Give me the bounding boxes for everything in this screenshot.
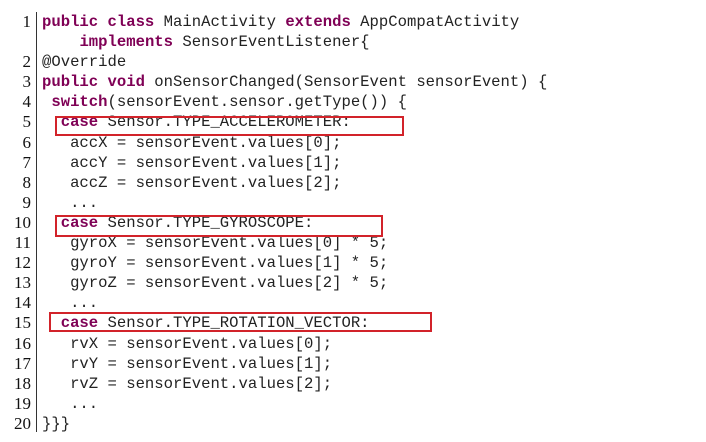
line-number: 10 bbox=[14, 212, 31, 232]
code-line: 2 @Override bbox=[0, 52, 706, 72]
code-text: }}} bbox=[42, 414, 70, 434]
code-token: gyroZ = sensorEvent.values[2] * 5; bbox=[42, 274, 389, 293]
line-number: 2 bbox=[22, 52, 32, 72]
code-token: ... bbox=[42, 394, 99, 413]
line-number: 5 bbox=[22, 112, 32, 132]
line-number: 19 bbox=[14, 393, 31, 413]
line-number: 14 bbox=[14, 293, 31, 313]
code-token: ... bbox=[42, 193, 99, 212]
line-number: 18 bbox=[14, 373, 31, 393]
code-text: gyroY = sensorEvent.values[1] * 5; bbox=[42, 253, 388, 273]
code-token: SensorEventListener{ bbox=[173, 33, 370, 52]
code-token: onSensorChanged(SensorEvent sensorEvent)… bbox=[144, 73, 548, 92]
highlight-box-gyroscope bbox=[55, 215, 383, 237]
keyword-token: extends bbox=[285, 13, 351, 31]
code-text: @Override bbox=[42, 52, 126, 72]
code-line: 1 public class MainActivity extends AppCo… bbox=[0, 12, 706, 32]
code-text: rvY = sensorEvent.values[1]; bbox=[42, 354, 332, 374]
code-text: rvZ = sensorEvent.values[2]; bbox=[42, 374, 332, 394]
code-line: 8 accZ = sensorEvent.values[2]; bbox=[0, 173, 706, 193]
line-number: 1 bbox=[22, 12, 32, 31]
code-token: MainActivity bbox=[154, 13, 286, 31]
keyword-token: switch bbox=[51, 93, 108, 112]
highlight-box-rotation-vector bbox=[49, 312, 432, 332]
code-text: ... bbox=[42, 394, 98, 414]
line-number: 4 bbox=[22, 92, 32, 112]
highlight-box-accelerometer bbox=[55, 116, 404, 136]
code-token: }}} bbox=[42, 414, 71, 433]
code-text: accY = sensorEvent.values[1]; bbox=[42, 153, 341, 173]
line-number: 3 bbox=[22, 72, 32, 92]
code-text: rvX = sensorEvent.values[0]; bbox=[42, 334, 332, 354]
code-text: accZ = sensorEvent.values[2]; bbox=[42, 173, 341, 193]
code-text: public class MainActivity extends AppCom… bbox=[42, 12, 519, 32]
code-line: 17 rvY = sensorEvent.values[1]; bbox=[0, 354, 706, 374]
code-token: ... bbox=[42, 294, 99, 313]
line-number: 13 bbox=[14, 273, 31, 293]
code-line: 4 switch(sensorEvent.sensor.getType()) { bbox=[0, 92, 706, 112]
line-number: 11 bbox=[14, 233, 31, 253]
code-line: 20}}} bbox=[0, 414, 706, 434]
line-number: 9 bbox=[22, 192, 32, 212]
code-token: accZ = sensorEvent.values[2]; bbox=[42, 173, 342, 192]
code-token: AppCompatActivity bbox=[350, 13, 520, 31]
code-text: implements SensorEventListener{ bbox=[42, 32, 370, 52]
line-number: 17 bbox=[14, 353, 31, 373]
keyword-token: public void bbox=[42, 73, 145, 92]
code-line: 19 ... bbox=[0, 394, 706, 414]
code-text: gyroZ = sensorEvent.values[2] * 5; bbox=[42, 273, 388, 293]
line-number: 16 bbox=[14, 333, 31, 353]
line-number: 12 bbox=[14, 253, 31, 273]
line-number: 6 bbox=[22, 132, 32, 152]
code-token: rvZ = sensorEvent.values[2]; bbox=[42, 374, 333, 393]
code-figure: { "colors": { "keyword": "#7f0055", "tex… bbox=[0, 0, 706, 442]
code-token: rvX = sensorEvent.values[0]; bbox=[42, 334, 333, 353]
line-number: 20 bbox=[14, 413, 31, 433]
code-line: 7 accY = sensorEvent.values[1]; bbox=[0, 153, 706, 173]
code-token: gyroY = sensorEvent.values[1] * 5; bbox=[42, 254, 389, 273]
code-line: 18 rvZ = sensorEvent.values[2]; bbox=[0, 374, 706, 394]
code-line: 14 ... bbox=[0, 293, 706, 313]
line-number: 8 bbox=[22, 172, 32, 192]
code-text: switch(sensorEvent.sensor.getType()) { bbox=[42, 92, 407, 112]
code-token: accX = sensorEvent.values[0]; bbox=[42, 133, 342, 152]
code-line: 9 ... bbox=[0, 193, 706, 213]
code-token: @Override bbox=[42, 53, 127, 72]
code-line: 13 gyroZ = sensorEvent.values[2] * 5; bbox=[0, 273, 706, 293]
code-token: accY = sensorEvent.values[1]; bbox=[42, 153, 342, 172]
code-line: 16 rvX = sensorEvent.values[0]; bbox=[0, 334, 706, 354]
line-number: 7 bbox=[22, 152, 32, 172]
code-line: implements SensorEventListener{ bbox=[0, 32, 706, 52]
code-line: 12 gyroY = sensorEvent.values[1] * 5; bbox=[0, 253, 706, 273]
line-number: 15 bbox=[14, 313, 31, 333]
keyword-token: implements bbox=[79, 33, 174, 52]
code-text: ... bbox=[42, 193, 98, 213]
code-text: public void onSensorChanged(SensorEvent … bbox=[42, 72, 547, 92]
code-token: (sensorEvent.sensor.getType()) { bbox=[107, 93, 407, 112]
code-text: ... bbox=[42, 293, 98, 313]
code-line: 3 public void onSensorChanged(SensorEvent… bbox=[0, 72, 706, 92]
code-token: rvY = sensorEvent.values[1]; bbox=[42, 354, 333, 373]
keyword-token: public class bbox=[42, 13, 155, 31]
